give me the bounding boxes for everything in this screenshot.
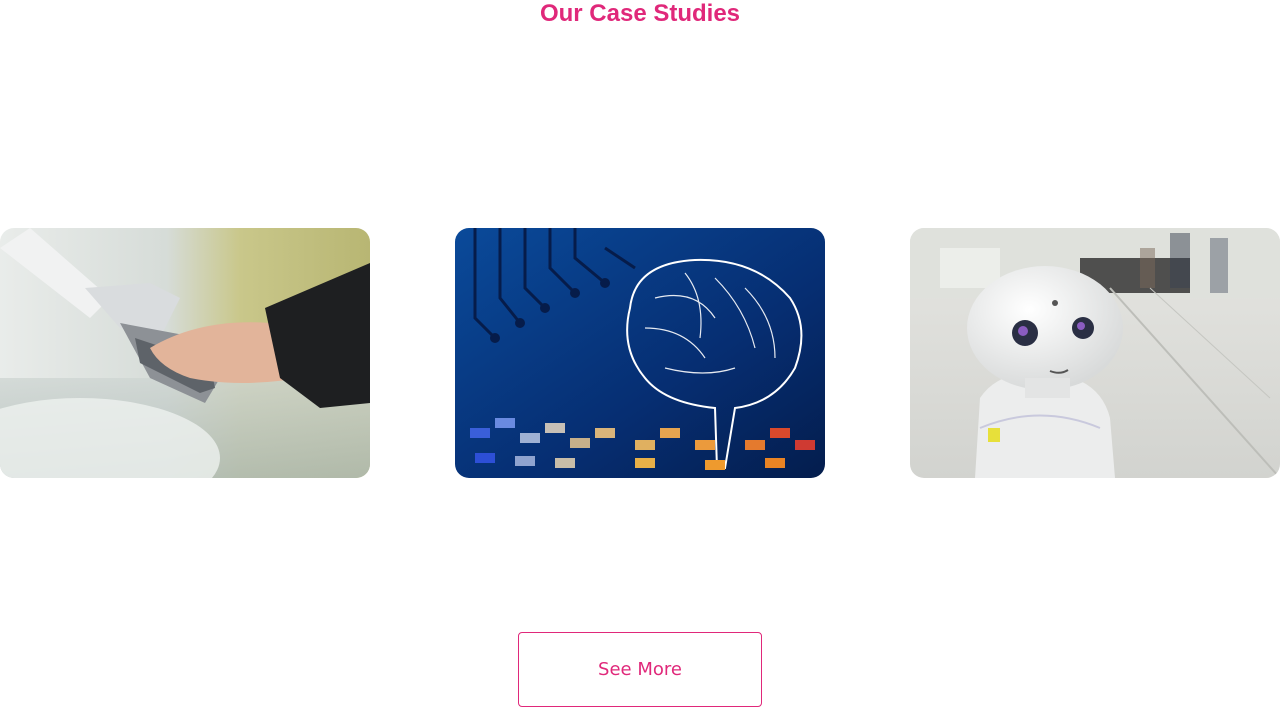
case-studies-gallery [0,228,1280,478]
case-study-card-circuit-brain[interactable] [455,228,825,478]
case-study-card-robot-hand[interactable] [0,228,370,478]
robot-hand-image [0,228,370,478]
case-study-card-humanoid-robot[interactable] [910,228,1280,478]
humanoid-robot-image [910,228,1280,478]
section-title: Our Case Studies [539,0,741,27]
circuit-brain-image [455,228,825,478]
see-more-button[interactable]: See More [518,632,762,707]
